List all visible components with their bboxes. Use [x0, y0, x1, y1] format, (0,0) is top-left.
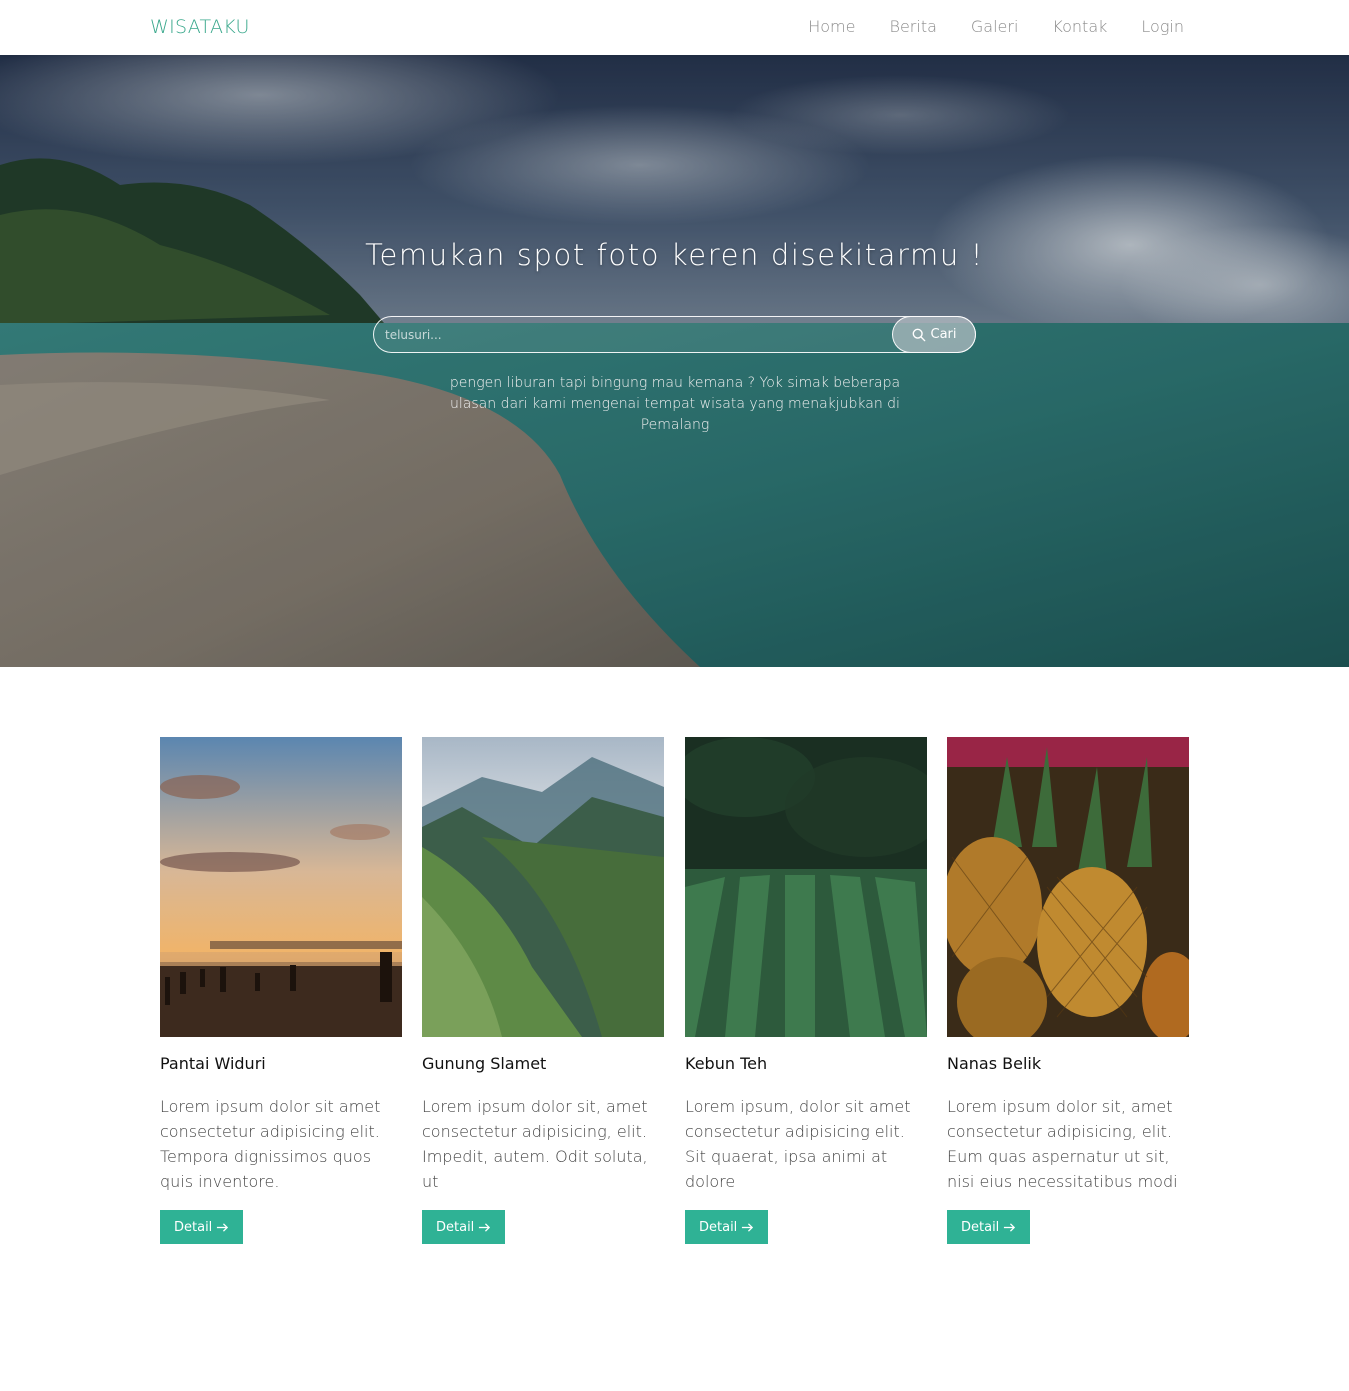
arrow-right-icon	[479, 1222, 491, 1232]
card-image-pineapple[interactable]	[947, 737, 1189, 1037]
detail-button[interactable]: Detail	[160, 1210, 244, 1244]
card-text: Lorem ipsum, dolor sit amet consectetur …	[685, 1097, 911, 1191]
arrow-right-icon	[1004, 1222, 1016, 1232]
search-icon	[912, 328, 925, 341]
navbar: WISATAKU Home Berita Galeri Kontak Login	[0, 0, 1349, 55]
search-input[interactable]	[373, 316, 976, 353]
detail-button[interactable]: Detail	[947, 1210, 1031, 1244]
card-text: Lorem ipsum dolor sit amet consectetur a…	[160, 1097, 381, 1191]
detail-button[interactable]: Detail	[685, 1210, 769, 1244]
hero-title: Temukan spot foto keren disekitarmu !	[365, 238, 984, 272]
card-nanas-belik: Nanas Belik Lorem ipsum dolor sit, amet …	[947, 737, 1189, 1244]
card-kebun-teh: Kebun Teh Lorem ipsum, dolor sit amet co…	[685, 737, 927, 1244]
nav-link-home[interactable]: Home	[808, 17, 855, 36]
card-text: Lorem ipsum dolor sit, amet consectetur …	[947, 1097, 1178, 1191]
card-title: Pantai Widuri	[160, 1054, 266, 1073]
card-title: Gunung Slamet	[422, 1054, 547, 1073]
hero-overlay	[0, 55, 1349, 667]
detail-button-label: Detail	[699, 1219, 738, 1235]
nav-link-galeri[interactable]: Galeri	[971, 17, 1019, 36]
card-text: Lorem ipsum dolor sit, amet consectetur …	[422, 1097, 648, 1191]
detail-button-label: Detail	[436, 1219, 475, 1235]
detail-button[interactable]: Detail	[422, 1210, 506, 1244]
search-button[interactable]: Cari	[892, 316, 976, 353]
hero-description: pengen liburan tapi bingung mau kemana ?…	[449, 375, 901, 433]
card-pantai-widuri: Pantai Widuri Lorem ipsum dolor sit amet…	[160, 737, 402, 1244]
nav-link-berita[interactable]: Berita	[889, 17, 936, 36]
hero-section: Temukan spot foto keren disekitarmu ! Ca…	[0, 55, 1349, 667]
detail-button-label: Detail	[174, 1219, 213, 1235]
nav-link-login[interactable]: Login	[1141, 17, 1184, 36]
brand-logo[interactable]: WISATAKU	[150, 16, 250, 38]
card-title: Kebun Teh	[685, 1054, 768, 1073]
arrow-right-icon	[217, 1222, 229, 1232]
detail-button-label: Detail	[961, 1219, 1000, 1235]
card-image-mountain[interactable]	[422, 737, 664, 1037]
card-image-tea-plantation[interactable]	[685, 737, 927, 1037]
nav-links: Home Berita Galeri Kontak Login	[774, 17, 1184, 36]
arrow-right-icon	[742, 1222, 754, 1232]
search-bar: Cari	[373, 316, 976, 353]
nav-link-kontak[interactable]: Kontak	[1052, 17, 1107, 36]
card-gunung-slamet: Gunung Slamet Lorem ipsum dolor sit, ame…	[422, 737, 664, 1244]
card-image-beach[interactable]	[160, 737, 402, 1037]
search-button-label: Cari	[930, 327, 957, 342]
card-title: Nanas Belik	[947, 1054, 1042, 1073]
